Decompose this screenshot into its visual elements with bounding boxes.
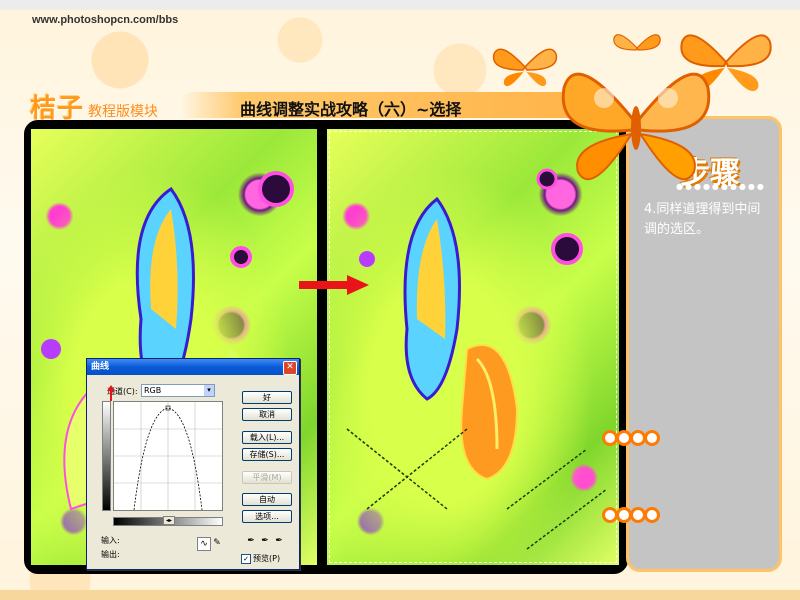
load-button[interactable]: 载入(L)... bbox=[242, 431, 292, 444]
ok-button[interactable]: 好 bbox=[242, 391, 292, 404]
eyedropper-gray-icon[interactable]: ✒ bbox=[259, 535, 271, 547]
ring-chain-decoration bbox=[602, 507, 660, 523]
ring-chain-decoration bbox=[602, 430, 660, 446]
channel-select[interactable]: RGB ▾ bbox=[141, 384, 215, 397]
curve-point-tool-icon[interactable]: ∿ bbox=[197, 537, 211, 551]
auto-button[interactable]: 自动 bbox=[242, 493, 292, 506]
preview-checkbox[interactable]: ✓ 预览(P) bbox=[241, 553, 280, 564]
slider-toggle[interactable]: ◂▸ bbox=[163, 516, 175, 525]
dialog-titlebar[interactable]: 曲线 ✕ bbox=[87, 359, 299, 375]
page-title: 曲线调整实战攻略（六）~选择 bbox=[240, 100, 462, 119]
options-button[interactable]: 选项... bbox=[242, 510, 292, 523]
channel-value: RGB bbox=[144, 386, 162, 395]
input-label: 输入: bbox=[101, 536, 120, 545]
curve-plot bbox=[114, 402, 222, 511]
top-band bbox=[0, 0, 800, 10]
curves-dialog: 曲线 ✕ 通道(C): RGB ▾ ◂▸ 输入: 输出: 好 取消 载入(L).… bbox=[86, 358, 300, 570]
bottom-band bbox=[0, 590, 800, 600]
save-button[interactable]: 存储(S)... bbox=[242, 448, 292, 461]
butterfly-icon bbox=[492, 48, 558, 87]
eyedropper-black-icon[interactable]: ✒ bbox=[245, 535, 257, 547]
cancel-button[interactable]: 取消 bbox=[242, 408, 292, 421]
brand-sub-text: 教程版模块 bbox=[88, 104, 159, 120]
output-label: 输出: bbox=[101, 550, 120, 559]
pencil-tool-icon[interactable]: ✎ bbox=[211, 537, 223, 549]
eyedropper-white-icon[interactable]: ✒ bbox=[273, 535, 285, 547]
close-button[interactable]: ✕ bbox=[283, 361, 297, 375]
arrow-right-icon bbox=[299, 275, 369, 295]
step-description: 4.同样道理得到中间调的选区。 bbox=[644, 202, 761, 237]
arrow-up-icon bbox=[107, 385, 115, 401]
smooth-button[interactable]: 平滑(M) bbox=[242, 471, 292, 484]
site-url: www.photoshopcn.com/bbs bbox=[32, 14, 179, 26]
dialog-title: 曲线 bbox=[91, 362, 110, 372]
chevron-down-icon[interactable]: ▾ bbox=[204, 385, 214, 396]
curve-graph[interactable] bbox=[113, 401, 223, 511]
butterfly-icon bbox=[561, 72, 711, 181]
output-gradient-bar bbox=[102, 401, 111, 511]
preview-label: 预览(P) bbox=[253, 554, 281, 563]
checkbox-icon[interactable]: ✓ bbox=[241, 553, 251, 564]
